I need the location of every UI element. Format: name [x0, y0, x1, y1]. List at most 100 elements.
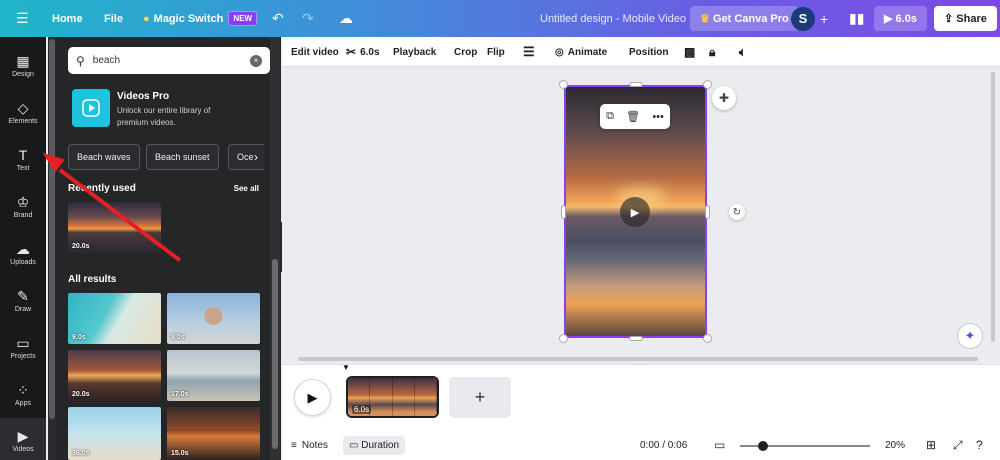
trim-duration: 6.0s — [360, 46, 380, 58]
edit-video-button[interactable]: Edit video — [291, 37, 339, 67]
get-pro-label: Get Canva Pro — [712, 13, 789, 25]
share-button[interactable]: ⇪ Share — [934, 0, 997, 37]
see-all-link[interactable]: See all — [234, 184, 259, 193]
rotate-icon[interactable]: ↻ — [729, 204, 745, 220]
result-video-thumbnail[interactable]: 9.0s — [68, 293, 161, 344]
playback-button[interactable]: Playback — [393, 37, 436, 67]
trim-button[interactable]: ✂ 6.0s — [346, 37, 380, 67]
rail-item-apps[interactable]: ⁘ Apps — [0, 372, 46, 418]
duration-icon: ▭ — [349, 439, 359, 451]
border-style-icon[interactable]: ☰ — [523, 37, 535, 67]
videos-pro-description: Unlock our entire library of premium vid… — [117, 106, 211, 127]
clip-duration: 6.0s — [352, 405, 372, 414]
resize-handle[interactable] — [629, 336, 643, 341]
insights-icon[interactable]: ▮▮ — [849, 0, 864, 37]
duration-button[interactable]: ▭ Duration — [343, 430, 406, 460]
add-page-button[interactable]: + — [449, 377, 511, 418]
resize-handle[interactable] — [629, 82, 643, 87]
avatar-letter: S — [791, 6, 815, 31]
video-icon: ▶ — [17, 428, 29, 444]
design-title[interactable]: Untitled design - Mobile Video — [540, 0, 686, 37]
zoom-level[interactable]: 20% — [885, 430, 905, 460]
result-video-thumbnail[interactable]: 17.0s — [167, 350, 260, 401]
position-button[interactable]: Position — [629, 37, 668, 67]
scissors-icon: ✂ — [346, 45, 357, 59]
flip-button[interactable]: Flip — [487, 37, 505, 67]
comment-icon[interactable]: ✚ — [712, 86, 736, 110]
video-duration: 20.0s — [72, 243, 90, 250]
add-member-icon[interactable]: + — [820, 0, 828, 37]
rail-item-uploads[interactable]: ☁ Uploads — [0, 231, 46, 277]
resize-handle[interactable] — [561, 205, 566, 219]
result-video-thumbnail[interactable]: 15.0s — [167, 407, 260, 460]
play-icon: ▶ — [307, 389, 318, 405]
fullscreen-icon[interactable]: ⤢ — [953, 430, 963, 460]
share-label: Share — [956, 13, 987, 25]
rail-scrollbar[interactable] — [48, 37, 56, 460]
upload-icon: ☁ — [16, 241, 30, 257]
resize-handle[interactable] — [559, 80, 568, 89]
crop-button[interactable]: Crop — [454, 37, 477, 67]
clear-search-icon[interactable]: × — [250, 54, 262, 67]
volume-icon[interactable]: 🔈︎ — [739, 37, 746, 67]
get-canva-pro-button[interactable]: ♛ Get Canva Pro — [690, 0, 799, 37]
result-video-thumbnail[interactable]: 8.0s — [167, 293, 260, 344]
notes-button[interactable]: ≡ Notes — [291, 430, 328, 460]
rail-item-draw[interactable]: ✎ Draw — [0, 278, 46, 324]
timeline-clip[interactable]: 6.0s — [346, 376, 439, 418]
home-button[interactable]: Home — [52, 0, 83, 37]
panel-scrollbar[interactable] — [270, 37, 280, 460]
zoom-slider-knob[interactable] — [758, 441, 768, 451]
rail-label: Elements — [8, 118, 38, 125]
grid-view-icon[interactable]: ⊞ — [926, 430, 936, 460]
trash-icon[interactable]: 🗑︎ — [626, 110, 640, 123]
lock-icon[interactable]: 🔒︎ — [709, 37, 715, 67]
cloud-save-icon[interactable]: ☁ — [339, 0, 353, 37]
animate-button[interactable]: ◎ Animate — [555, 37, 607, 67]
undo-icon[interactable]: ↶ — [272, 0, 284, 37]
rail-item-projects[interactable]: ▭ Projects — [0, 325, 46, 371]
transparency-icon[interactable]: ▩ — [684, 37, 695, 67]
chevron-right-icon[interactable]: › — [254, 150, 258, 164]
help-icon[interactable]: ? — [976, 430, 983, 460]
avatar[interactable]: S — [791, 0, 815, 37]
vertical-scrollbar[interactable] — [989, 72, 997, 352]
text-icon: T — [18, 147, 28, 163]
duplicate-icon[interactable]: ⧉ — [606, 110, 614, 123]
search-input[interactable]: ⚲ beach × — [68, 47, 270, 74]
resize-handle[interactable] — [559, 334, 568, 343]
redo-icon[interactable]: ↷ — [302, 0, 314, 37]
more-options-icon[interactable]: ••• — [652, 111, 664, 123]
rail-item-brand[interactable]: ♔ Brand — [0, 184, 46, 230]
timeline-play-button[interactable]: ▶ — [294, 379, 331, 416]
rail-item-elements[interactable]: ◇ Elements — [0, 90, 46, 136]
resize-handle[interactable] — [703, 80, 712, 89]
new-badge: NEW — [228, 11, 258, 26]
rail-label: Text — [16, 165, 30, 172]
magic-assistant-icon[interactable]: ✦ — [957, 323, 983, 349]
rail-item-design[interactable]: ▦ Design — [0, 43, 46, 89]
element-floating-toolbar: ⧉ 🗑︎ ••• — [600, 104, 670, 129]
play-video-icon[interactable]: ▶ — [620, 197, 650, 227]
video-duration: 15.0s — [171, 450, 189, 457]
folder-icon: ▭ — [16, 335, 30, 351]
play-preview-button[interactable]: ▶ 6.0s — [874, 0, 927, 37]
videos-pro-title[interactable]: Videos Pro — [117, 91, 169, 102]
rail-item-videos[interactable]: ▶ Videos — [0, 418, 46, 460]
rail-label: Brand — [13, 212, 33, 219]
resize-handle[interactable] — [705, 205, 710, 219]
resize-handle[interactable] — [703, 334, 712, 343]
share-icon: ⇪ — [944, 13, 954, 25]
chip-beach-sunset[interactable]: Beach sunset — [146, 144, 219, 170]
result-video-thumbnail[interactable]: 36.0s — [68, 407, 161, 460]
result-video-thumbnail[interactable]: 20.0s — [68, 350, 161, 401]
playhead-marker-icon[interactable]: ▼ — [342, 363, 350, 372]
chip-ocean[interactable]: Oce — [228, 144, 264, 170]
file-menu[interactable]: File — [104, 0, 123, 37]
magic-switch-button[interactable]: ● Magic Switch NEW — [143, 0, 258, 37]
draw-icon: ✎ — [17, 288, 29, 304]
layout-icon: ▦ — [16, 53, 30, 69]
chip-beach-waves[interactable]: Beach waves — [68, 144, 140, 170]
menu-icon[interactable]: ☰ — [16, 0, 29, 37]
page-view-icon[interactable]: ▭ — [714, 430, 725, 460]
